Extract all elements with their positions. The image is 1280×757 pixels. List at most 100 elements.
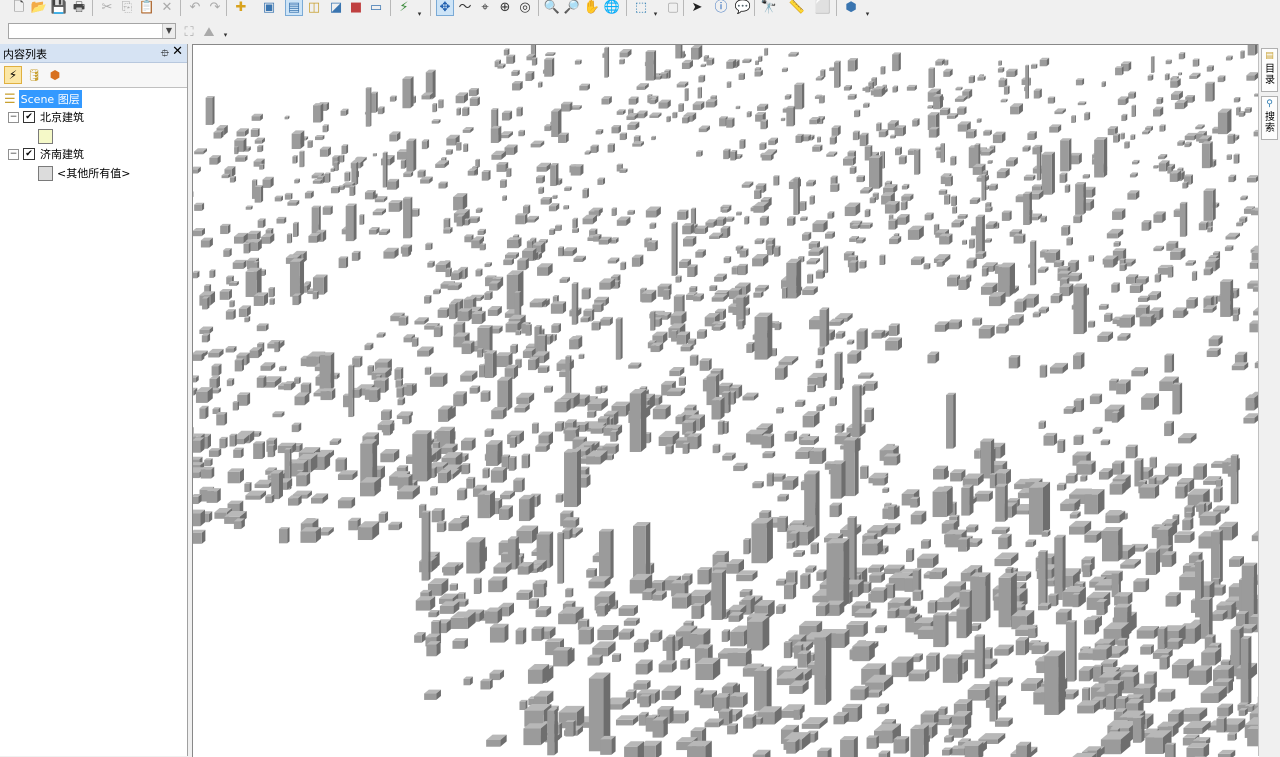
identify-icon[interactable]: ⓘ [712, 0, 730, 16]
layer-row-jinan[interactable]: − ✔ 济南建筑 [8, 145, 84, 163]
building [1112, 461, 1124, 475]
layer-visibility-checkbox[interactable]: ✔ [23, 148, 35, 160]
building [1016, 637, 1029, 655]
building [285, 116, 290, 120]
add-data-icon[interactable]: ✚ [232, 0, 250, 16]
fly-icon[interactable]: 〜 [456, 0, 474, 16]
copy-icon[interactable]: ⎘ [118, 0, 136, 16]
animation-icon[interactable]: ⬜ [814, 0, 832, 16]
image-icon[interactable]: ▣ [260, 0, 278, 16]
delete-icon[interactable]: ✕ [158, 0, 176, 16]
building [522, 454, 530, 469]
catalog-icon[interactable]: ◫ [305, 0, 323, 16]
layer-name[interactable]: 北京建筑 [40, 109, 84, 125]
toolbox-icon[interactable]: ■ [347, 0, 365, 16]
building [712, 294, 728, 302]
building [261, 233, 274, 243]
building [863, 381, 878, 391]
redo-icon[interactable]: ↷ [206, 0, 224, 16]
navigate-icon[interactable]: ✥ [436, 0, 454, 16]
building [259, 164, 264, 170]
scene-properties-dropdown-icon[interactable]: ▾ [864, 10, 871, 18]
3d-city-scene[interactable] [193, 45, 1259, 757]
collapse-icon[interactable]: − [8, 112, 19, 123]
model-builder-icon[interactable]: ⚡ [395, 0, 413, 16]
building [1130, 134, 1135, 140]
html-popup-icon[interactable]: 💬 [734, 0, 752, 16]
select-features-dropdown-icon[interactable]: ▾ [652, 10, 659, 18]
legend-swatch[interactable] [38, 166, 53, 181]
building [820, 307, 830, 346]
open-folder-icon[interactable]: 📂 [30, 0, 48, 16]
geocode-icon[interactable]: ⛶ [180, 23, 198, 41]
layer-name[interactable]: 济南建筑 [40, 146, 84, 162]
model-builder-dropdown-icon[interactable]: ▾ [416, 10, 423, 18]
set-observer-icon[interactable]: ◎ [516, 0, 534, 16]
undo-icon[interactable]: ↶ [186, 0, 204, 16]
building [743, 714, 756, 728]
building [324, 173, 330, 183]
building [982, 267, 989, 277]
scene-layers-node[interactable]: ☰ Scene 图层 [4, 90, 82, 108]
building [752, 254, 768, 266]
building [458, 308, 472, 321]
building [943, 69, 952, 77]
building [868, 690, 882, 698]
building [518, 130, 525, 136]
save-icon[interactable]: 💾 [50, 0, 68, 16]
building [888, 504, 897, 519]
list-by-source-icon[interactable]: 🛢 [25, 66, 43, 84]
list-by-drawing-order-icon[interactable]: ⚡ [4, 66, 22, 84]
layer-visibility-checkbox[interactable]: ✔ [23, 111, 35, 123]
scene-viewport[interactable] [192, 44, 1259, 757]
building [853, 131, 860, 140]
building [1088, 321, 1095, 328]
find-icon[interactable]: 🔭 [760, 0, 778, 16]
zoom-to-target-icon[interactable]: ⊕ [496, 0, 514, 16]
building [636, 660, 653, 675]
catalog-tab[interactable]: ▤ 目录 [1261, 48, 1278, 92]
building [690, 355, 698, 366]
building [453, 193, 467, 210]
toolbar-separator [626, 0, 627, 16]
layer-row-beijing[interactable]: − ✔ 北京建筑 [8, 108, 84, 126]
zoom-out-icon[interactable]: 🔎 [563, 0, 581, 16]
route-icon[interactable]: ⛰ [200, 23, 218, 41]
python-window-icon[interactable]: ▭ [367, 0, 385, 16]
arctoolbox-icon[interactable]: ◪ [327, 0, 345, 16]
print-icon[interactable]: 🖶 [70, 0, 88, 16]
toolbar-overflow-icon[interactable]: ▾ [222, 31, 229, 39]
scene-properties-icon[interactable]: ⬢ [842, 0, 860, 16]
building [1073, 283, 1086, 334]
building [339, 256, 348, 268]
building [456, 142, 461, 151]
clear-selection-icon[interactable]: ▢ [664, 0, 682, 16]
chevron-down-icon[interactable]: ▼ [162, 24, 175, 38]
collapse-icon[interactable]: − [8, 149, 19, 160]
full-extent-icon[interactable]: 🌐 [603, 0, 621, 16]
new-document-icon[interactable]: 🗋 [10, 0, 28, 16]
building [292, 155, 297, 163]
layer-properties-icon[interactable]: ▤ [285, 0, 303, 16]
scale-combo[interactable]: ▼ [8, 23, 176, 39]
paste-icon[interactable]: 📋 [138, 0, 156, 16]
building [580, 316, 590, 322]
center-target-icon[interactable]: ⌖ [476, 0, 494, 16]
pin-icon[interactable]: ⯐ [161, 45, 169, 64]
pan-icon[interactable]: ✋ [583, 0, 601, 16]
select-features-icon[interactable]: ⬚ [632, 0, 650, 16]
measure-icon[interactable]: 📏 [788, 0, 806, 16]
select-elements-icon[interactable]: ➤ [688, 0, 706, 16]
zoom-in-icon[interactable]: 🔍 [543, 0, 561, 16]
building [1164, 421, 1174, 436]
building [935, 597, 956, 610]
list-by-visibility-icon[interactable]: ⬢ [46, 66, 64, 84]
scene-layers-label[interactable]: Scene 图层 [19, 90, 82, 108]
building [549, 203, 559, 211]
search-tab[interactable]: ⚲ 搜索 [1261, 96, 1278, 140]
cut-icon[interactable]: ✂ [98, 0, 116, 16]
building [793, 550, 805, 557]
legend-swatch[interactable] [38, 129, 53, 144]
close-icon[interactable]: ✕ [172, 44, 183, 59]
building [510, 436, 517, 448]
